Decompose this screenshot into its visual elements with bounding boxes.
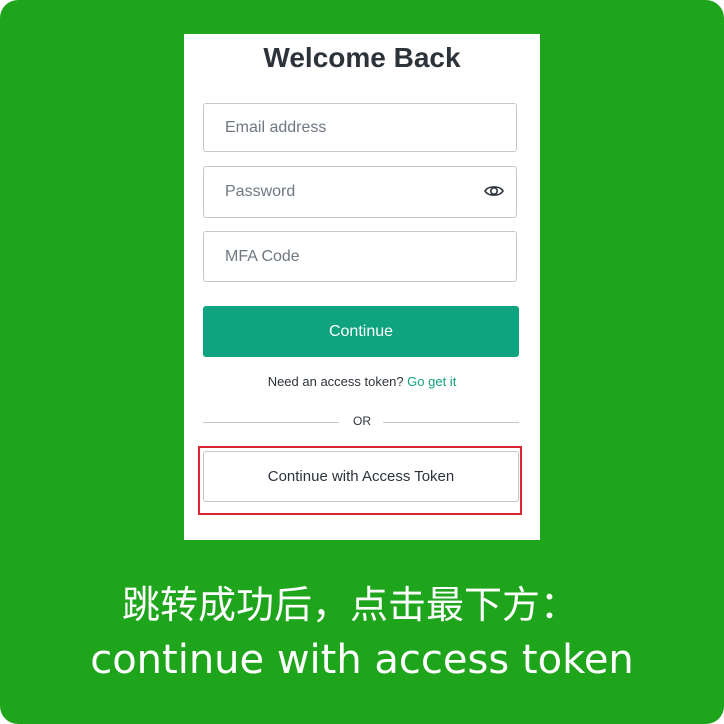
password-field[interactable] <box>204 167 516 217</box>
password-field-wrapper <box>203 166 517 218</box>
go-get-it-link[interactable]: Go get it <box>407 374 456 389</box>
access-token-hint: Need an access token? Go get it <box>184 374 540 389</box>
divider-or: OR <box>353 414 371 428</box>
mfa-field-wrapper <box>203 231 517 282</box>
mfa-code-field[interactable] <box>204 232 516 281</box>
caption-line-1: 跳转成功后，点击最下方： <box>121 583 578 627</box>
divider-right <box>383 422 519 423</box>
highlight-box <box>198 446 522 515</box>
background-frame: Welcome Back Continue Need an access tok… <box>0 0 724 724</box>
email-field-wrapper <box>203 103 517 152</box>
divider-left <box>203 422 339 423</box>
eye-icon[interactable] <box>484 182 504 200</box>
page-title: Welcome Back <box>263 42 461 73</box>
email-field[interactable] <box>204 104 516 151</box>
login-card: Welcome Back Continue Need an access tok… <box>184 34 540 540</box>
continue-button[interactable]: Continue <box>203 306 519 357</box>
hint-text: Need an access token? <box>267 374 408 389</box>
caption-line-2: continue with access token <box>90 637 634 683</box>
